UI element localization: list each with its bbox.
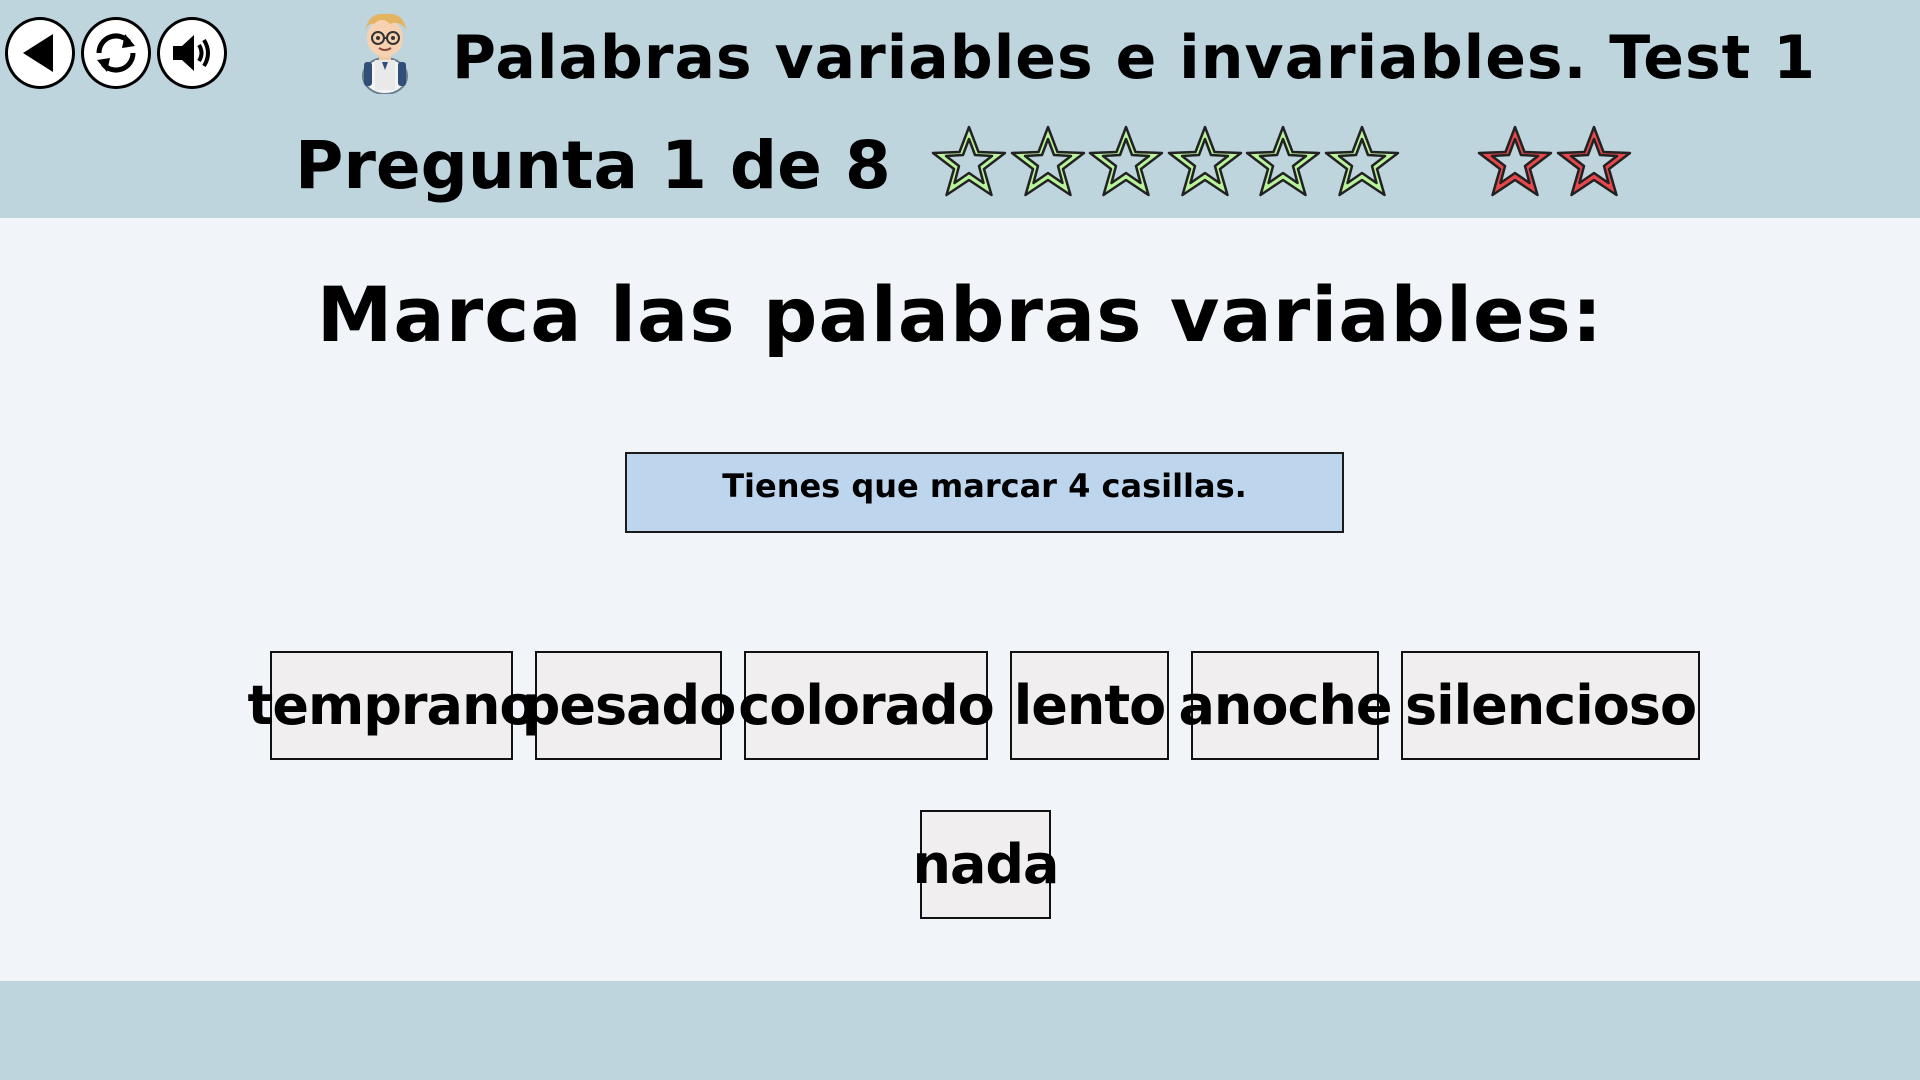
student-character-icon bbox=[362, 13, 408, 94]
green-star-icon bbox=[1088, 125, 1164, 197]
green-star-icon bbox=[1324, 125, 1400, 197]
option-lento[interactable]: lento bbox=[1010, 651, 1169, 760]
page-title: Palabras variables e invariables. Test 1 bbox=[452, 23, 1816, 93]
question-instruction: Marca las palabras variables: bbox=[316, 270, 1604, 359]
option-colorado[interactable]: colorado bbox=[738, 651, 995, 760]
option-anoche[interactable]: anoche bbox=[1178, 651, 1393, 760]
red-star-icon bbox=[1477, 125, 1553, 197]
green-star-icon bbox=[1245, 125, 1321, 197]
question-counter: Pregunta 1 de 8 bbox=[295, 127, 891, 204]
restart-button[interactable] bbox=[81, 17, 151, 89]
sound-button[interactable] bbox=[157, 17, 227, 89]
option-silencioso[interactable]: silencioso bbox=[1401, 651, 1700, 760]
speaker-icon bbox=[173, 35, 210, 71]
red-star-icon bbox=[1556, 125, 1632, 197]
back-button[interactable] bbox=[5, 17, 75, 89]
green-star-icon bbox=[1010, 125, 1086, 197]
hint-box: Tienes que marcar 4 casillas. bbox=[625, 452, 1344, 533]
refresh-icon bbox=[96, 33, 136, 73]
footer-bar bbox=[0, 981, 1920, 1080]
green-star-icon bbox=[931, 125, 1007, 197]
back-arrow-icon bbox=[23, 34, 53, 72]
option-nada[interactable]: nada bbox=[913, 810, 1060, 919]
green-star-icon bbox=[1167, 125, 1243, 197]
option-temprano[interactable]: temprano bbox=[248, 651, 537, 760]
option-pesado[interactable]: pesado bbox=[522, 651, 736, 760]
